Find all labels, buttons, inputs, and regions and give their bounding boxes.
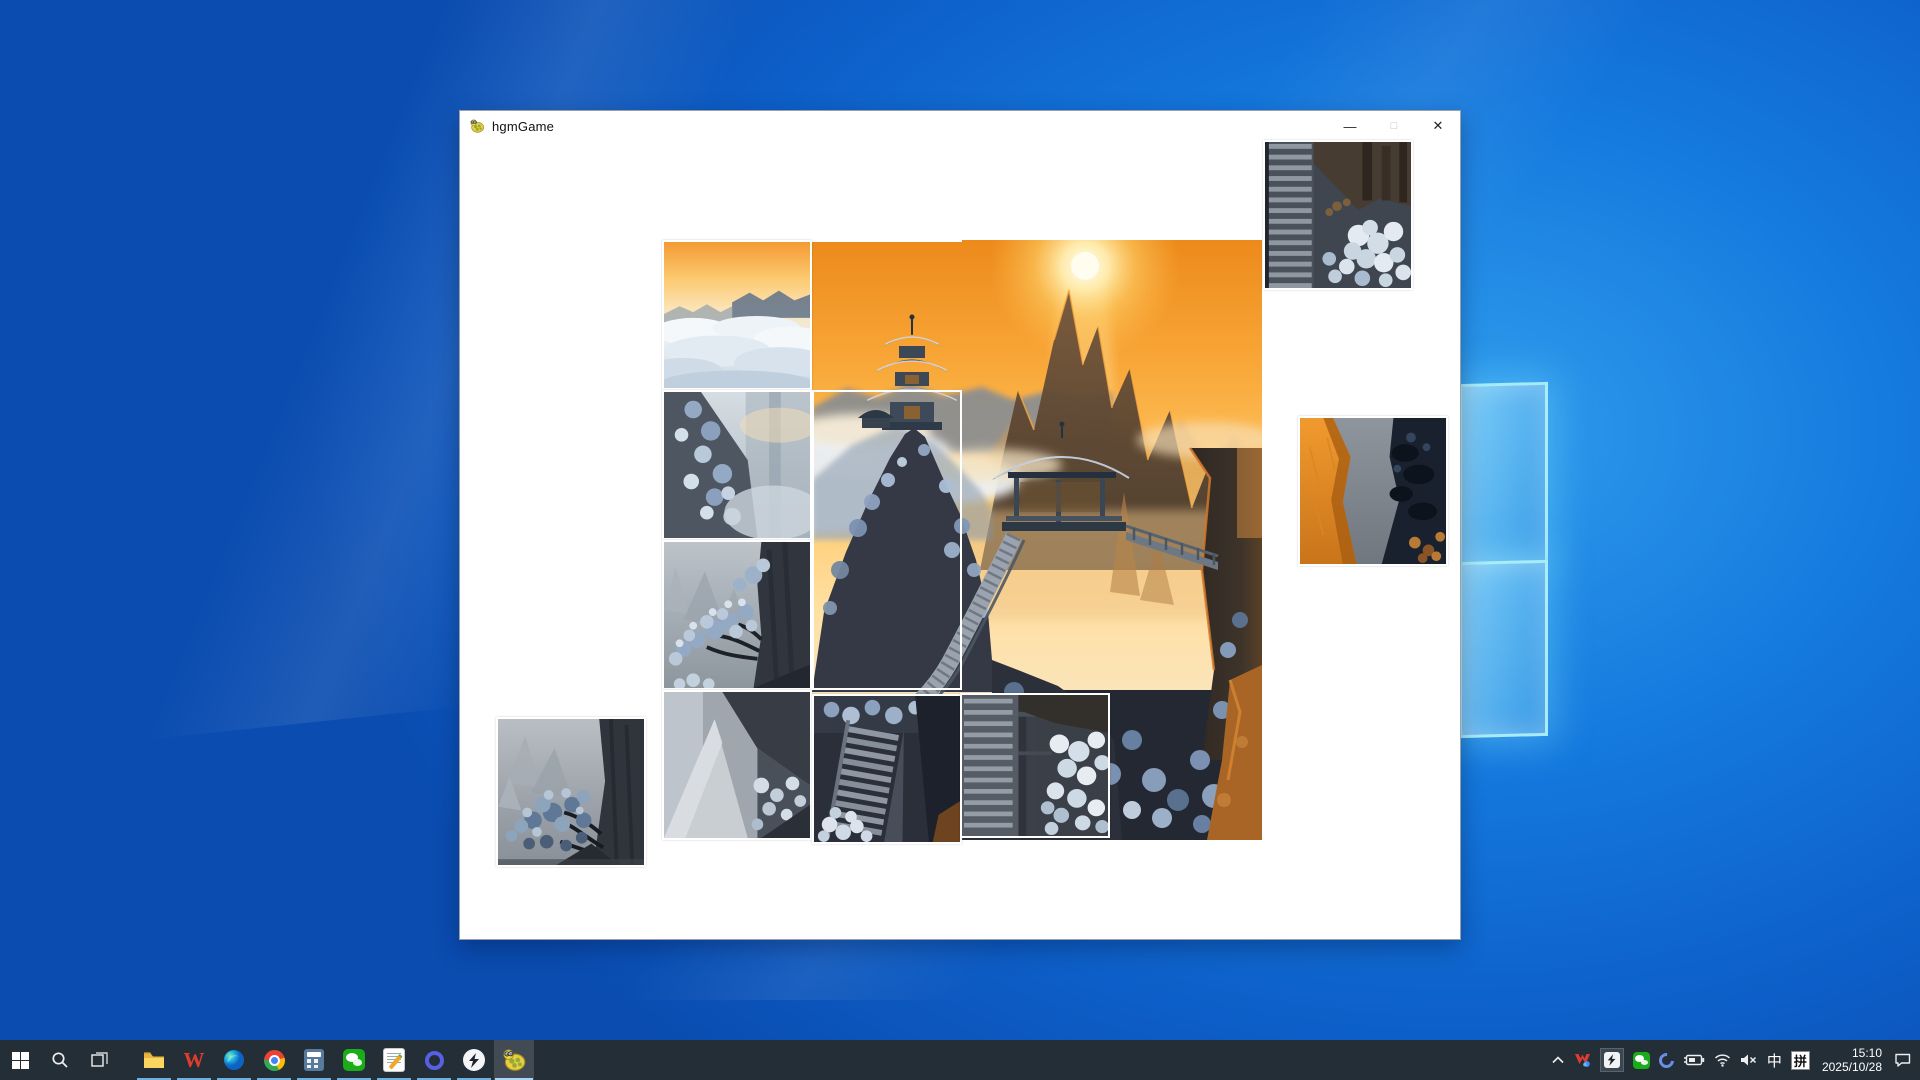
- chevron-up-icon: [1551, 1054, 1565, 1066]
- taskbar-separator: [120, 1040, 134, 1080]
- clock-time: 15:10: [1822, 1046, 1882, 1060]
- python-turtle-icon: [501, 1047, 527, 1073]
- taskbar-file-explorer[interactable]: [134, 1040, 174, 1080]
- puzzle-piece-pine[interactable]: [662, 540, 812, 690]
- search-button[interactable]: [40, 1040, 80, 1080]
- close-button[interactable]: ✕: [1416, 111, 1460, 141]
- tray-clock[interactable]: 15:10 2025/10/28: [1819, 1040, 1885, 1080]
- calculator-icon: [304, 1049, 324, 1071]
- wps-office-icon: W: [184, 1048, 205, 1073]
- taskbar-chrome[interactable]: [254, 1040, 294, 1080]
- desktop[interactable]: hgmGame — □ ✕: [0, 0, 1920, 1080]
- puzzle-piece-graypine[interactable]: [496, 717, 646, 867]
- minimize-button[interactable]: —: [1328, 111, 1372, 141]
- taskbar-python-game[interactable]: [494, 1040, 534, 1080]
- ring-browser-icon: [425, 1051, 444, 1070]
- action-center-icon: [1894, 1052, 1912, 1068]
- taskbar-wechat[interactable]: [334, 1040, 374, 1080]
- python-turtle-icon: [469, 118, 485, 134]
- piece-border-line: [812, 240, 962, 242]
- task-view-button[interactable]: [80, 1040, 120, 1080]
- tray-ring-app[interactable]: [1659, 1040, 1674, 1080]
- battery-charging-icon: [1683, 1053, 1705, 1067]
- maximize-button[interactable]: □: [1372, 111, 1416, 141]
- search-icon: [51, 1051, 69, 1069]
- puzzle-piece-stairsdark[interactable]: [812, 694, 962, 844]
- volume-muted-icon: [1740, 1053, 1758, 1067]
- thunder-icon: [1600, 1048, 1624, 1072]
- puzzle-piece-clouds[interactable]: [662, 240, 812, 390]
- tray-ime-mode[interactable]: 中: [1767, 1040, 1782, 1080]
- hgmgame-window[interactable]: hgmGame — □ ✕: [459, 110, 1461, 940]
- tray-wechat[interactable]: [1633, 1040, 1650, 1080]
- window-title: hgmGame: [492, 119, 554, 134]
- ring-app-icon: [1656, 1049, 1677, 1070]
- tray-thunder[interactable]: [1600, 1040, 1624, 1080]
- tray-security-app[interactable]: [1574, 1040, 1591, 1080]
- tray-battery[interactable]: [1683, 1040, 1705, 1080]
- puzzle-piece-stairstree[interactable]: [1263, 140, 1413, 290]
- taskbar-ring-browser[interactable]: [414, 1040, 454, 1080]
- wechat-icon: [343, 1049, 365, 1071]
- tray-wifi[interactable]: [1714, 1040, 1731, 1080]
- edge-browser-icon: [223, 1049, 245, 1071]
- wifi-icon: [1714, 1053, 1731, 1067]
- clock-date: 2025/10/28: [1822, 1060, 1882, 1074]
- puzzle-piece-outline[interactable]: [812, 390, 962, 690]
- wallpaper-glass-pane: [1459, 382, 1548, 565]
- ime-pinyin-badge: 拼: [1791, 1051, 1810, 1070]
- puzzle-piece-rock[interactable]: [662, 690, 812, 840]
- chrome-icon: [264, 1050, 285, 1071]
- title-bar[interactable]: hgmGame — □ ✕: [460, 111, 1460, 141]
- taskbar-edge[interactable]: [214, 1040, 254, 1080]
- ime-mode-label: 中: [1767, 1050, 1782, 1071]
- windows-logo-icon: [12, 1052, 29, 1069]
- notes-app-icon: [384, 1049, 404, 1071]
- taskbar-notes[interactable]: [374, 1040, 414, 1080]
- taskbar-thunder[interactable]: [454, 1040, 494, 1080]
- taskbar-calculator[interactable]: [294, 1040, 334, 1080]
- puzzle-piece-orangecliff[interactable]: [1298, 416, 1448, 566]
- taskbar: W: [0, 1040, 1920, 1080]
- tray-expand-button[interactable]: [1551, 1040, 1565, 1080]
- tray-ime-badge[interactable]: 拼: [1791, 1040, 1810, 1080]
- taskbar-wps-office[interactable]: W: [174, 1040, 214, 1080]
- security-app-icon: [1574, 1052, 1591, 1068]
- action-center-button[interactable]: [1894, 1040, 1912, 1080]
- start-button[interactable]: [0, 1040, 40, 1080]
- puzzle-piece-mist[interactable]: [662, 390, 812, 540]
- file-explorer-icon: [143, 1051, 165, 1069]
- thunder-icon: [463, 1049, 485, 1071]
- tray-volume[interactable]: [1740, 1040, 1758, 1080]
- puzzle-piece-stairsfrost[interactable]: [960, 693, 1110, 838]
- wechat-icon: [1633, 1052, 1650, 1069]
- task-view-icon: [91, 1051, 109, 1069]
- wallpaper-glass-pane: [1459, 560, 1548, 738]
